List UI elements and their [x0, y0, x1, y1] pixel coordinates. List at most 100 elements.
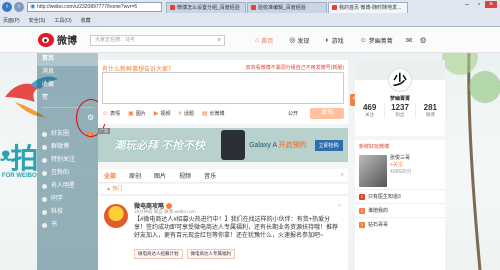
profile-avatar[interactable]: 少 [388, 68, 412, 92]
nav-discover[interactable]: ◎ 发现 [286, 34, 312, 46]
nav-home[interactable]: ⌂ 首页 [252, 34, 276, 46]
sidebar-item-favorites[interactable]: 收藏 [37, 79, 98, 92]
tool-emoji[interactable]: ☺ 表情 [102, 110, 121, 118]
tab-weibo-home[interactable]: 我的首页 微博-随时随地发... [328, 1, 408, 13]
tool-image[interactable]: ▣ 图片 [128, 110, 146, 117]
menu-tools[interactable]: 工具(O) [54, 17, 71, 24]
sidebar-group-special[interactable]: 特别关注 [37, 154, 98, 167]
tab-strip: 微博怎么设置分组_百度经验 验收准编辑_百度经验 我的首页 微博-随时随地发..… [166, 1, 409, 13]
sidebar-group-tech[interactable]: 科技 [37, 206, 98, 219]
post-meta: 16分钟前 来自 微博 weibo.com [134, 209, 196, 214]
rank-label: 只有医生知道3 [368, 194, 401, 200]
chevron-down-icon[interactable]: ⌄ [337, 201, 342, 208]
stat-following[interactable]: 469 关注 [355, 103, 386, 118]
rank-item[interactable]: 3 钻石哥哥 [355, 217, 445, 231]
stat-value: 1237 [391, 103, 409, 112]
hot-label: 热门 [112, 186, 123, 192]
ad-buy-button[interactable]: 立即抢购 [314, 139, 343, 151]
rank-number: 2 [359, 207, 365, 214]
post-tag[interactable]: 微电商达人专属福利 [186, 249, 235, 259]
tab-images[interactable]: 图片 [154, 171, 166, 180]
menu-page[interactable]: 页面(P) [3, 17, 20, 24]
sidebar-group-classmates[interactable]: 同学 [37, 193, 98, 206]
document-icon: ▤ [201, 111, 208, 117]
tool-label: 话题 [183, 111, 194, 117]
ad-product: Galaxy A 开启预约 [249, 140, 307, 150]
stat-posts[interactable]: 281 微博 [416, 103, 445, 118]
feed-search-icon[interactable]: ⌕ [341, 172, 344, 179]
menu-favorites[interactable]: 收藏 [81, 17, 91, 24]
recommend-heading: 新鲜好玩微博 [359, 144, 390, 150]
sidebar-item-home[interactable]: 首页 [37, 53, 98, 66]
favicon-icon [332, 4, 337, 10]
tab-original[interactable]: 原创 [129, 171, 141, 180]
post-avatar[interactable] [104, 204, 128, 228]
tab-videos[interactable]: 视频 [179, 171, 191, 180]
rank-number: 1 [359, 193, 365, 200]
gear-icon[interactable]: ⚙ [87, 113, 94, 122]
visibility-select[interactable]: 公开 [288, 110, 298, 117]
follow-button[interactable]: +关注 [390, 162, 412, 169]
weibo-top-bar: 微博 大家正在搜：马可 ⌕ ⌂首页 ◎发现 ◐游戏 ☺梦幽菁菁 ✉ ⚙ ✎ [0, 27, 500, 106]
sidebar-group-groups[interactable]: 群微博 [37, 141, 98, 154]
home-icon: ⌂ [255, 36, 260, 44]
minimize-icon[interactable]: – [461, 1, 473, 8]
menu-safety[interactable]: 安全(S) [29, 17, 46, 24]
tool-long-post[interactable]: ▤ 长微博 [202, 110, 225, 117]
search-icon[interactable]: ⌕ [218, 36, 221, 45]
message-icon[interactable]: ✉ [406, 36, 413, 45]
tab-all[interactable]: 全部 [104, 171, 116, 180]
stat-label: 微博 [425, 112, 435, 117]
recommend-user-name[interactable]: 张俊三哥 [390, 155, 412, 162]
search-input[interactable]: 大家正在搜：马可 ⌕ [90, 35, 225, 46]
tool-label: 表情 [110, 111, 121, 117]
compose-textarea[interactable] [102, 72, 344, 104]
sidebar-label: 赞 [42, 95, 49, 101]
profile-name[interactable]: 梦幽菁菁 [355, 95, 445, 102]
rank-item[interactable]: 1 只有医生知道3 [355, 189, 445, 203]
rank-label: 钻石哥哥 [368, 222, 389, 228]
close-icon[interactable]: × [485, 1, 497, 8]
nav-home-label: 首页 [261, 38, 274, 45]
weibo-logo[interactable]: 微博 [38, 32, 77, 47]
group-icon [42, 171, 47, 176]
favicon-icon [170, 4, 175, 10]
stat-label: 关注 [365, 112, 375, 117]
tab-baidu-edit[interactable]: 验收准编辑_百度经验 [247, 1, 327, 13]
sidebar-label: 书 [51, 222, 58, 228]
rank-item[interactable]: 2 谁陪我的 [355, 203, 445, 217]
post-tag[interactable]: 微电商达人招募计划 [134, 249, 183, 259]
recommend-user-fans: 436690分 [390, 169, 412, 175]
url-bar[interactable]: ◉ http://weibo.com/u/2320897777/home?wvr… [27, 1, 162, 12]
rank-label: 谁陪我的 [368, 208, 389, 214]
sidebar-group-mutual[interactable]: 互粉的 [37, 167, 98, 180]
nav-game[interactable]: ◐ 游戏 [322, 34, 346, 46]
tool-label: 视频 [160, 111, 171, 117]
sidebar-group-books[interactable]: 书 [37, 219, 98, 232]
maximize-icon[interactable]: ▫ [473, 1, 485, 8]
favicon-icon [251, 4, 256, 10]
left-sidebar: 首页 消息 收藏 赞 好友圈 1 群微博 特别关注 互粉的 名人明星 同学 科技 … [37, 53, 98, 270]
tab-baidu-group[interactable]: 微博怎么设置分组_百度经验 [166, 1, 246, 13]
nav-discover-label: 发现 [297, 38, 310, 45]
tab-music[interactable]: 音乐 [204, 171, 216, 180]
stat-followers[interactable]: 1237 粉丝 [385, 103, 416, 118]
recommend-user: 张俊三哥 +关注 436690分 [355, 153, 445, 189]
weibo-eye-icon [38, 32, 54, 47]
compose-toolbar: ☺ 表情 ▣ 图片 ▶ 视频 # 话题 ▤ 长微博 [102, 110, 233, 118]
post-tags: 微电商达人招募计划 微电商达人专属福利 [134, 249, 239, 259]
ad-banner[interactable]: 广告 潮玩必拜 不抢不快 Galaxy A 开启预约 立即抢购 [98, 128, 348, 162]
back-button[interactable]: ‹ [2, 1, 12, 12]
recommend-user-photo[interactable] [359, 155, 387, 187]
forward-button[interactable]: › [14, 1, 24, 12]
sidebar-item-messages[interactable]: 消息 [37, 66, 98, 79]
settings-gear-icon[interactable]: ⚙ [420, 36, 427, 45]
image-icon: ▣ [128, 111, 134, 117]
recommend-panel: 新鲜好玩微博 张俊三哥 +关注 436690分 1 只有医生知道3 2 谁陪我的 3… [355, 140, 445, 270]
sidebar-group-celebrities[interactable]: 名人明星 [37, 180, 98, 193]
compose-hot-link[interactable]: 双向看微博不漏洞分组自己不用发微号(新版) [246, 64, 344, 71]
publish-button[interactable]: 发布 [310, 108, 344, 119]
nav-user[interactable]: ☺ 梦幽菁菁 [357, 34, 396, 46]
tool-topic[interactable]: # 话题 [178, 110, 194, 118]
tool-video[interactable]: ▶ 视频 [154, 110, 171, 117]
